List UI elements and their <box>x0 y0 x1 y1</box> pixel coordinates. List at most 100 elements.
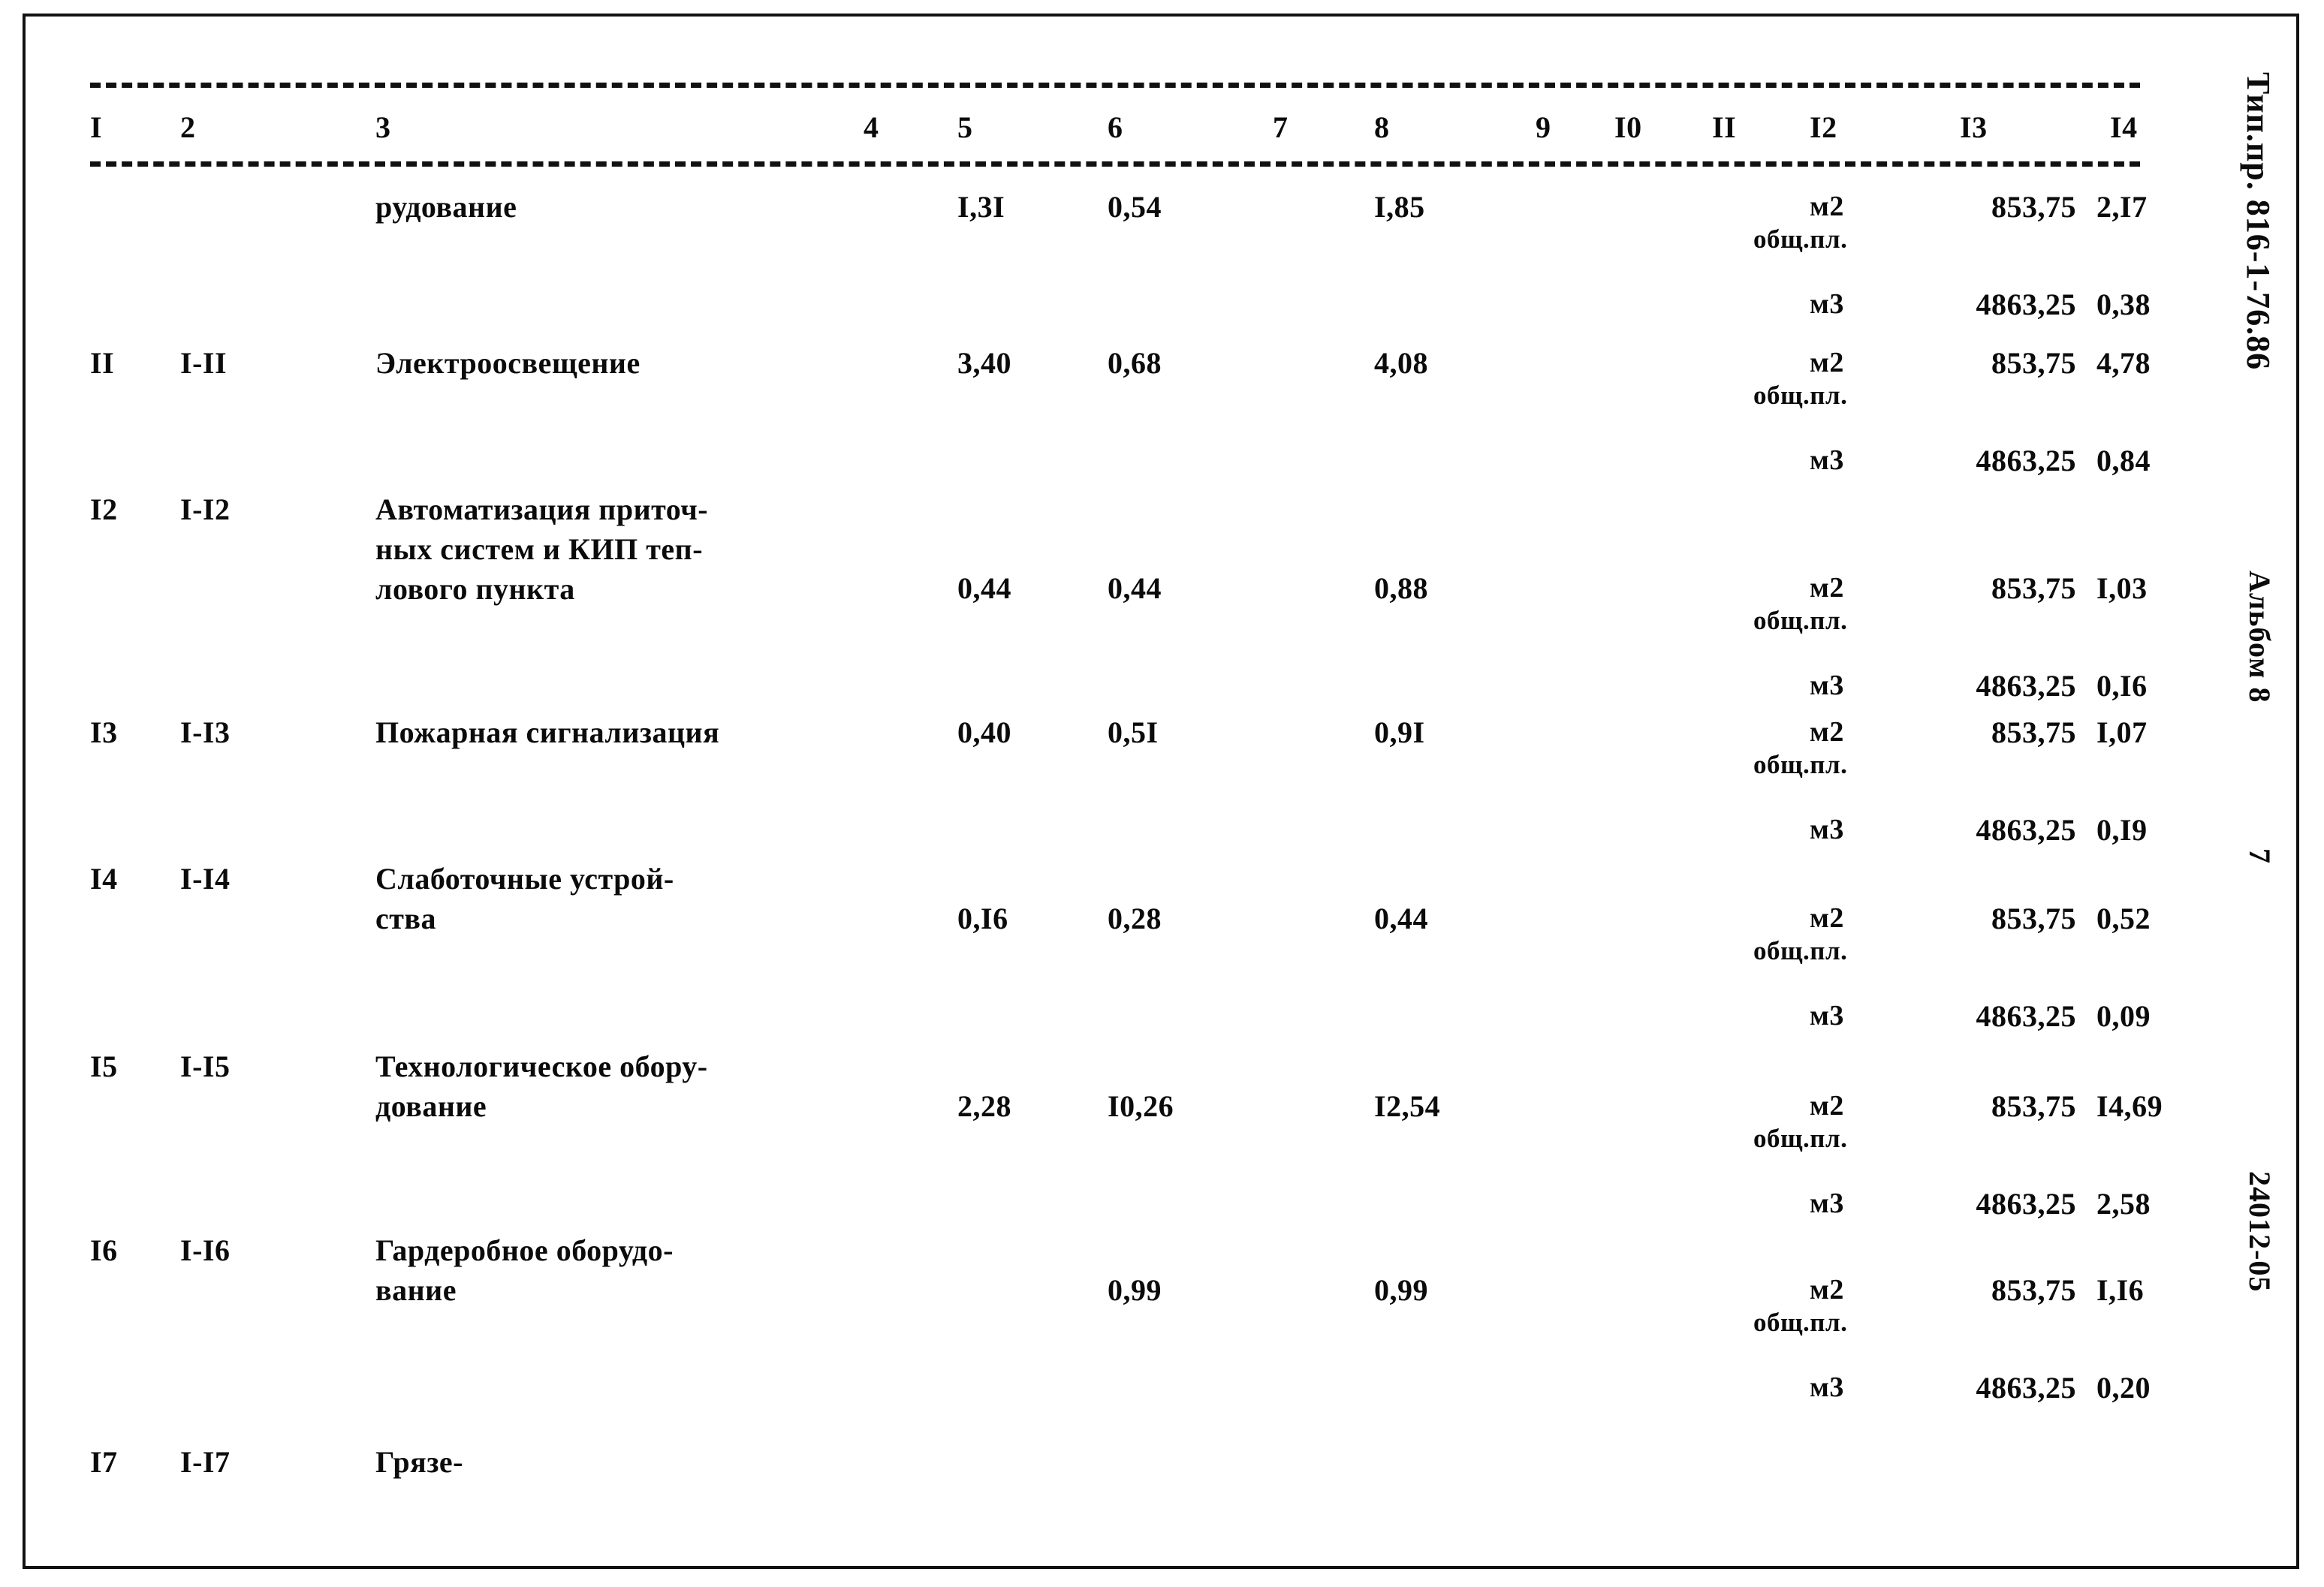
unit-note: общ.пл. <box>1753 381 1848 410</box>
unit-amount: 853,75 <box>1991 1273 2076 1307</box>
table-row: 4,08 <box>1374 346 1428 380</box>
table-row: 0,44 <box>957 571 1011 605</box>
unit-value: I,07 <box>2096 715 2148 749</box>
unit-label: м2 <box>1810 902 1844 934</box>
column-header-1: I <box>90 110 103 144</box>
unit-amount: 4863,25 <box>1976 669 2076 703</box>
unit-label: м3 <box>1810 444 1844 476</box>
table-row: 0,44 <box>1108 571 1162 605</box>
table-row: 2,28 <box>957 1089 1011 1123</box>
table-row: 0,88 <box>1374 571 1428 605</box>
unit-amount: 853,75 <box>1991 346 2076 380</box>
table-row: I-I6 <box>180 1233 231 1267</box>
unit-label: м2 <box>1810 572 1844 604</box>
table-row: I-I2 <box>180 492 231 526</box>
table-row: 0,99 <box>1108 1273 1162 1307</box>
table-row: I2,54 <box>1374 1089 1441 1123</box>
table-row: I0,26 <box>1108 1089 1174 1123</box>
document-page: I 2 3 4 5 6 7 8 9 I0 II I2 I3 I4 рудован… <box>0 0 2324 1587</box>
column-header-12: I2 <box>1810 110 1837 144</box>
unit-value: I,03 <box>2096 571 2148 605</box>
column-header-8: 8 <box>1374 110 1390 144</box>
unit-value: 2,I7 <box>2096 190 2148 224</box>
column-header-5: 5 <box>957 110 973 144</box>
column-header-2: 2 <box>180 110 196 144</box>
unit-note: общ.пл. <box>1753 1124 1848 1153</box>
table-row: 0,54 <box>1108 190 1162 224</box>
unit-label: м3 <box>1810 814 1844 845</box>
column-header-14: I4 <box>2110 110 2138 144</box>
unit-label: м2 <box>1810 347 1844 378</box>
column-header-11: II <box>1712 110 1737 144</box>
table-row: I,3I <box>957 190 1005 224</box>
table-row: 0,9I <box>1374 715 1425 749</box>
unit-label: м3 <box>1810 1372 1844 1403</box>
margin-page-number: 7 <box>2243 848 2277 864</box>
unit-amount: 853,75 <box>1991 190 2076 224</box>
unit-value: 0,09 <box>2096 999 2151 1033</box>
table-row: I2 <box>90 492 118 526</box>
table-row: Грязе- <box>375 1445 463 1479</box>
table-row: Слаботочные устрой- ства <box>375 862 674 935</box>
table-row: Пожарная сигнализация <box>375 715 720 749</box>
unit-note: общ.пл. <box>1753 1308 1848 1337</box>
table-row: рудование <box>375 190 517 224</box>
table-row: 0,I6 <box>957 902 1008 935</box>
table-row: 0,28 <box>1108 902 1162 935</box>
column-header-6: 6 <box>1108 110 1123 144</box>
column-header-3: 3 <box>375 110 391 144</box>
unit-value: I4,69 <box>2096 1089 2163 1123</box>
table-row: II <box>90 346 115 380</box>
unit-amount: 4863,25 <box>1976 999 2076 1033</box>
unit-label: м2 <box>1810 191 1844 222</box>
margin-doc-number: 24012-05 <box>2243 1171 2277 1293</box>
unit-note: общ.пл. <box>1753 936 1848 965</box>
table-row: I,85 <box>1374 190 1425 224</box>
unit-label: м2 <box>1810 1090 1844 1122</box>
unit-amount: 4863,25 <box>1976 288 2076 321</box>
table-row: 0,44 <box>1374 902 1428 935</box>
table-row: 0,68 <box>1108 346 1162 380</box>
right-margin-block: Тип.пр. 816-1-76.86 Альбом 8 7 24012-05 <box>2223 0 2313 1587</box>
unit-value: 0,20 <box>2096 1371 2151 1405</box>
table-row: I7 <box>90 1445 118 1479</box>
unit-note: общ.пл. <box>1753 606 1848 635</box>
table-row: I-I4 <box>180 862 231 896</box>
unit-amount: 853,75 <box>1991 1089 2076 1123</box>
unit-label: м3 <box>1810 1188 1844 1219</box>
unit-amount: 853,75 <box>1991 902 2076 935</box>
unit-amount: 4863,25 <box>1976 813 2076 847</box>
table-row: I5 <box>90 1049 118 1083</box>
unit-label: м2 <box>1810 1274 1844 1305</box>
unit-value: 0,52 <box>2096 902 2151 935</box>
unit-label: м3 <box>1810 1000 1844 1031</box>
unit-note: общ.пл. <box>1753 750 1848 779</box>
table-row: Автоматизация приточ- ных систем и КИП т… <box>375 492 709 606</box>
unit-value: 0,I6 <box>2096 669 2148 703</box>
table-header-bottom-rule <box>90 161 2140 167</box>
table-top-rule <box>90 83 2140 88</box>
table-row: I-I3 <box>180 715 231 749</box>
table-row: I3 <box>90 715 118 749</box>
table-row: I-II <box>180 346 228 380</box>
table-row: Технологическое обору- дование <box>375 1049 708 1123</box>
table-row: 0,40 <box>957 715 1011 749</box>
margin-album: Альбом 8 <box>2243 571 2277 703</box>
table-row: I4 <box>90 862 118 896</box>
column-header-7: 7 <box>1273 110 1289 144</box>
unit-note: общ.пл. <box>1753 224 1848 254</box>
column-header-4: 4 <box>864 110 879 144</box>
unit-amount: 4863,25 <box>1976 444 2076 477</box>
table-row: 0,99 <box>1374 1273 1428 1307</box>
table-row: I-I7 <box>180 1445 231 1479</box>
column-header-9: 9 <box>1536 110 1551 144</box>
unit-value: 0,I9 <box>2096 813 2148 847</box>
table-row: Гардеробное оборудо- вание <box>375 1233 674 1307</box>
column-header-13: I3 <box>1960 110 1988 144</box>
unit-amount: 853,75 <box>1991 571 2076 605</box>
unit-value: 0,84 <box>2096 444 2151 477</box>
unit-value: 2,58 <box>2096 1187 2151 1221</box>
data-table: I 2 3 4 5 6 7 8 9 I0 II I2 I3 I4 рудован… <box>90 83 2163 1531</box>
table-row: I6 <box>90 1233 118 1267</box>
table-row: I-I5 <box>180 1049 231 1083</box>
